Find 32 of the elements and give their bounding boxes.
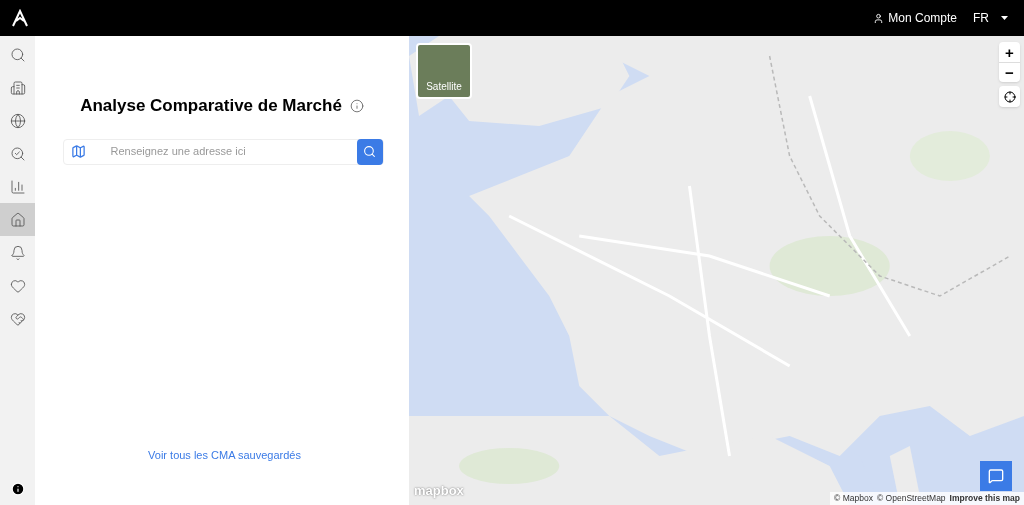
zoom-out-button[interactable]: − bbox=[999, 62, 1020, 82]
search-icon bbox=[9, 46, 26, 63]
bar-chart-icon bbox=[9, 178, 26, 195]
locate-icon bbox=[1003, 90, 1016, 103]
locate-button[interactable] bbox=[999, 86, 1020, 107]
house-icon bbox=[9, 211, 26, 228]
map[interactable]: Satellite + − mapbox © Mapbox © OpenStreetMap Improve this map bbox=[409, 36, 1024, 505]
chat-button[interactable] bbox=[980, 461, 1012, 491]
account-button[interactable]: Mon Compte bbox=[873, 9, 957, 27]
language-dropdown[interactable]: FR bbox=[973, 9, 1008, 27]
building-icon bbox=[9, 79, 26, 96]
improve-map-link[interactable]: Improve this map bbox=[949, 492, 1020, 505]
attribution-link[interactable]: © Mapbox bbox=[834, 492, 873, 505]
user-icon bbox=[873, 12, 885, 24]
map-logo: mapbox bbox=[414, 481, 464, 500]
bell-icon bbox=[9, 244, 26, 261]
page-title: Analyse Comparative de Marché bbox=[80, 95, 342, 117]
logo-icon bbox=[12, 9, 28, 27]
zoom-in-button[interactable]: + bbox=[999, 42, 1020, 62]
caret-icon bbox=[1001, 16, 1008, 20]
heart-handshake-icon bbox=[9, 310, 26, 327]
attribution-link[interactable]: © OpenStreetMap bbox=[876, 492, 946, 505]
satellite-toggle[interactable]: Satellite bbox=[416, 43, 472, 99]
chat-icon bbox=[988, 468, 1004, 484]
search-icon bbox=[363, 145, 376, 158]
globe-icon bbox=[9, 112, 26, 129]
address-input[interactable]: Renseignez une adresse ici bbox=[110, 143, 357, 160]
saved-cma-link[interactable]: Voir tous les CMA sauvegardés bbox=[148, 446, 301, 463]
heart-icon bbox=[9, 277, 26, 294]
sidebar-item[interactable] bbox=[0, 203, 35, 236]
address-search-field[interactable]: Renseignez une adresse ici bbox=[62, 138, 384, 165]
search-button[interactable] bbox=[356, 138, 383, 165]
